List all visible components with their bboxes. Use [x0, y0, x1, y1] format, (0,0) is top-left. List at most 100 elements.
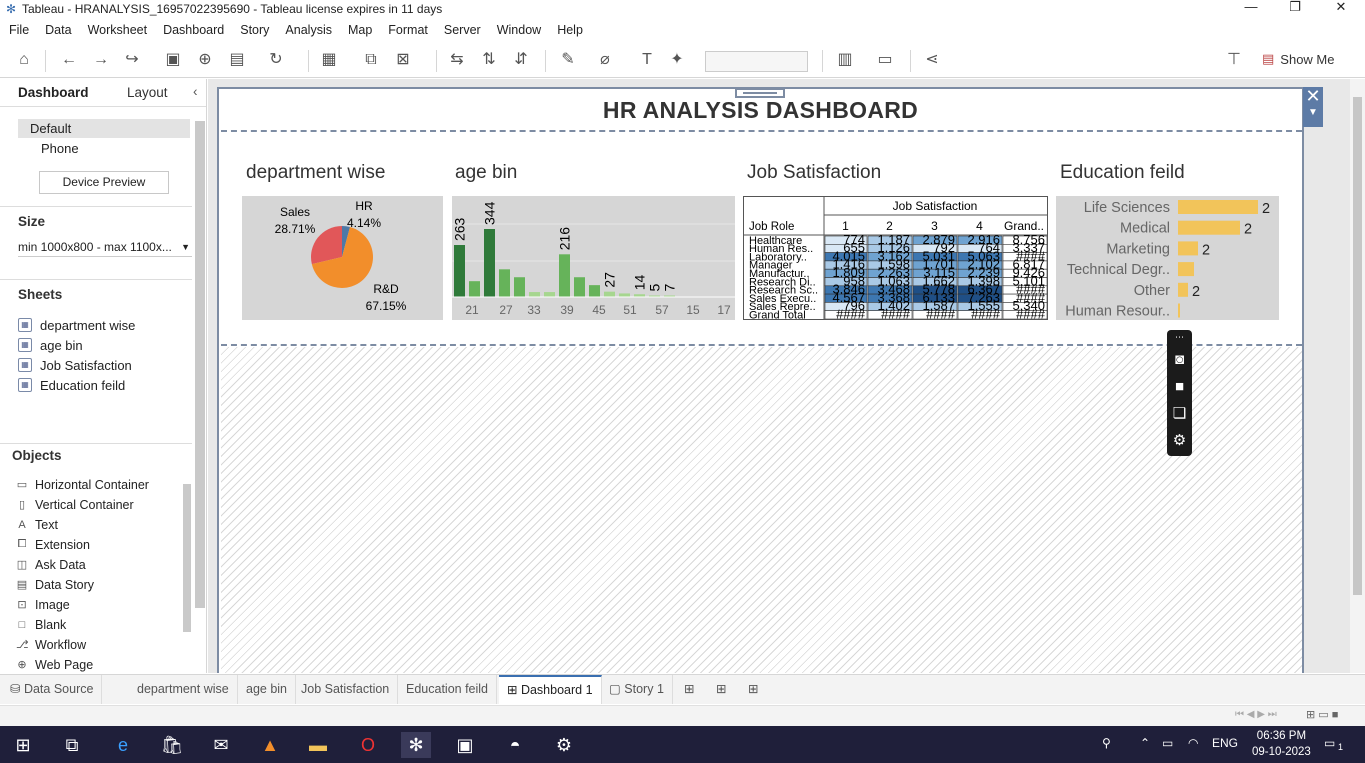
photos-icon[interactable]: ◓: [500, 732, 530, 758]
close-window-icon[interactable]: ✕: [1318, 0, 1364, 18]
notification-icon[interactable]: ▭: [1324, 736, 1335, 750]
fit-dropdown[interactable]: [705, 51, 808, 72]
tab-job-satisfaction[interactable]: Job Satisfaction: [293, 675, 399, 704]
sheet-item-department-wise[interactable]: ▦ department wise: [18, 315, 135, 335]
sort-descending-icon[interactable]: ⇵: [510, 50, 532, 70]
highlight-icon[interactable]: ✎: [557, 50, 579, 70]
tab-dashboard-1[interactable]: ⊞ Dashboard 1: [499, 675, 602, 704]
object-web-page[interactable]: ⊕ Web Page: [16, 655, 93, 674]
wifi-icon[interactable]: ◠: [1188, 736, 1198, 750]
object-blank[interactable]: □ Blank: [16, 615, 67, 634]
view-toggle-icon[interactable]: ⊞ ▭ ■: [1306, 708, 1338, 721]
group-icon[interactable]: ⌀: [594, 50, 616, 70]
file-explorer-icon[interactable]: ▬: [303, 732, 333, 758]
empty-layout-area[interactable]: [221, 347, 1302, 673]
menu-map[interactable]: Map: [340, 23, 380, 37]
toolbar-menu-icon[interactable]: ⋯: [1167, 330, 1192, 346]
edge-browser-icon[interactable]: e: [108, 732, 138, 758]
minimize-icon[interactable]: —: [1228, 0, 1274, 18]
job-satisfaction-table[interactable]: Job Satisfaction Job Role 1 2 3 4 Grand.. 774 1,…: [743, 196, 1048, 322]
department-pie-chart[interactable]: Sales 28.71% HR 4.14% R&D 67.15%: [242, 196, 443, 320]
object-ask-data[interactable]: ◫ Ask Data: [16, 555, 86, 574]
share-icon[interactable]: ⋖: [921, 50, 943, 70]
show-me-button[interactable]: ▤ Show Me: [1262, 51, 1335, 67]
object-horizontal-container[interactable]: ▭ Horizontal Container: [16, 475, 149, 494]
store-icon[interactable]: 🛍: [157, 732, 187, 758]
tab-age-bin[interactable]: age bin: [238, 675, 297, 704]
object-text[interactable]: A Text: [16, 515, 58, 534]
new-dashboard-tab-icon[interactable]: ⊞: [708, 675, 734, 704]
new-worksheet-icon[interactable]: ▦: [318, 50, 340, 70]
replay-icon[interactable]: ↪: [121, 50, 143, 70]
menu-data[interactable]: Data: [37, 23, 79, 37]
menu-window[interactable]: Window: [489, 23, 549, 37]
menu-format[interactable]: Format: [380, 23, 436, 37]
settings-gear-icon[interactable]: ⚙: [549, 732, 579, 758]
home-icon[interactable]: ⌂: [13, 50, 35, 70]
device-phone[interactable]: Phone: [18, 139, 190, 158]
collapse-pane-icon[interactable]: ‹: [193, 84, 198, 99]
task-view-icon[interactable]: ⧉: [57, 732, 87, 758]
device-preview-button[interactable]: Device Preview: [39, 171, 169, 194]
scrollbar-thumb[interactable]: [1353, 97, 1362, 595]
duplicate-icon[interactable]: ⧉: [360, 50, 382, 70]
tab-education-feild[interactable]: Education feild: [398, 675, 498, 704]
menu-file[interactable]: File: [0, 23, 37, 37]
vlc-icon[interactable]: ▲: [255, 732, 285, 758]
redo-icon[interactable]: →: [90, 50, 112, 70]
tab-dashboard[interactable]: Dashboard: [18, 85, 89, 100]
scrollbar-thumb[interactable]: [195, 121, 205, 608]
menu-worksheet[interactable]: Worksheet: [80, 23, 156, 37]
age-bin-chart[interactable]: 263 344 216 27 14 5 7 21 27 33 39 45 51 57 15 17: [452, 196, 735, 320]
window-stack-icon[interactable]: ❏: [1167, 400, 1192, 427]
object-image[interactable]: ⊡ Image: [16, 595, 69, 614]
menu-analysis[interactable]: Analysis: [277, 23, 340, 37]
canvas-vertical-scrollbar[interactable]: [1350, 79, 1365, 673]
new-story-tab-icon[interactable]: ⊞: [740, 675, 766, 704]
tab-department-wise[interactable]: department wise: [129, 675, 238, 704]
scrollbar-thumb[interactable]: [183, 484, 191, 632]
sort-ascending-icon[interactable]: ⇅: [478, 50, 500, 70]
sheet-nav-icon[interactable]: ⏮ ◀ ▶ ⏭: [1235, 709, 1277, 720]
format-painter-icon[interactable]: ⊤: [1223, 50, 1245, 70]
objects-scrollbar[interactable]: [183, 474, 192, 669]
sheet-item-age-bin[interactable]: ▦ age bin: [18, 335, 83, 355]
menu-story[interactable]: Story: [232, 23, 277, 37]
save-icon[interactable]: ▣: [162, 50, 184, 70]
chevron-up-icon[interactable]: ⌃: [1140, 736, 1150, 750]
opera-icon[interactable]: O: [353, 732, 383, 758]
menu-server[interactable]: Server: [436, 23, 489, 37]
object-extension[interactable]: ⧠ Extension: [16, 535, 90, 554]
language-indicator[interactable]: ENG: [1212, 736, 1238, 750]
app-icon[interactable]: ▣: [450, 732, 480, 758]
tab-story-1[interactable]: ▢ Story 1: [601, 675, 673, 704]
new-data-source-icon[interactable]: ⊕: [194, 50, 216, 70]
new-worksheet-tab-icon[interactable]: ⊞: [676, 675, 702, 704]
tab-layout[interactable]: Layout: [127, 85, 168, 100]
tableau-taskbar-icon[interactable]: ✻: [401, 732, 431, 758]
refresh-icon[interactable]: ↻: [265, 50, 287, 70]
pin-icon[interactable]: ✦: [666, 50, 688, 70]
education-bar-chart[interactable]: Life Sciences 2 Medical 2 Marketing 2 Technica…: [1056, 196, 1279, 320]
battery-icon[interactable]: ▭: [1162, 736, 1173, 750]
tab-data-source[interactable]: ⛁ Data Source: [2, 675, 103, 704]
swap-icon[interactable]: ⇆: [446, 50, 468, 70]
windows-start-icon[interactable]: ⊞: [8, 732, 38, 758]
label-icon[interactable]: T: [636, 50, 658, 70]
sheet-item-education-feild[interactable]: ▦ Education feild: [18, 375, 125, 395]
left-pane-scrollbar[interactable]: [193, 109, 206, 669]
system-clock[interactable]: 06:36 PM 09-10-2023: [1252, 728, 1311, 760]
container-drag-handle[interactable]: [735, 88, 785, 98]
object-vertical-container[interactable]: ▯ Vertical Container: [16, 495, 134, 514]
video-camera-icon[interactable]: ■: [1167, 373, 1192, 400]
show-cards-icon[interactable]: ▥: [834, 50, 856, 70]
more-options-icon[interactable]: ▼: [1303, 105, 1323, 121]
sheet-item-job-satisfaction[interactable]: ▦ Job Satisfaction: [18, 355, 132, 375]
pause-updates-icon[interactable]: ▤: [226, 50, 248, 70]
camera-icon[interactable]: ◙: [1167, 346, 1192, 373]
gear-icon[interactable]: ⚙: [1167, 427, 1192, 454]
device-default[interactable]: Default: [18, 119, 190, 138]
restore-icon[interactable]: ❐: [1272, 0, 1318, 18]
remove-from-dashboard-button[interactable]: ✕ ▼: [1303, 87, 1323, 127]
object-data-story[interactable]: ▤ Data Story: [16, 575, 94, 594]
